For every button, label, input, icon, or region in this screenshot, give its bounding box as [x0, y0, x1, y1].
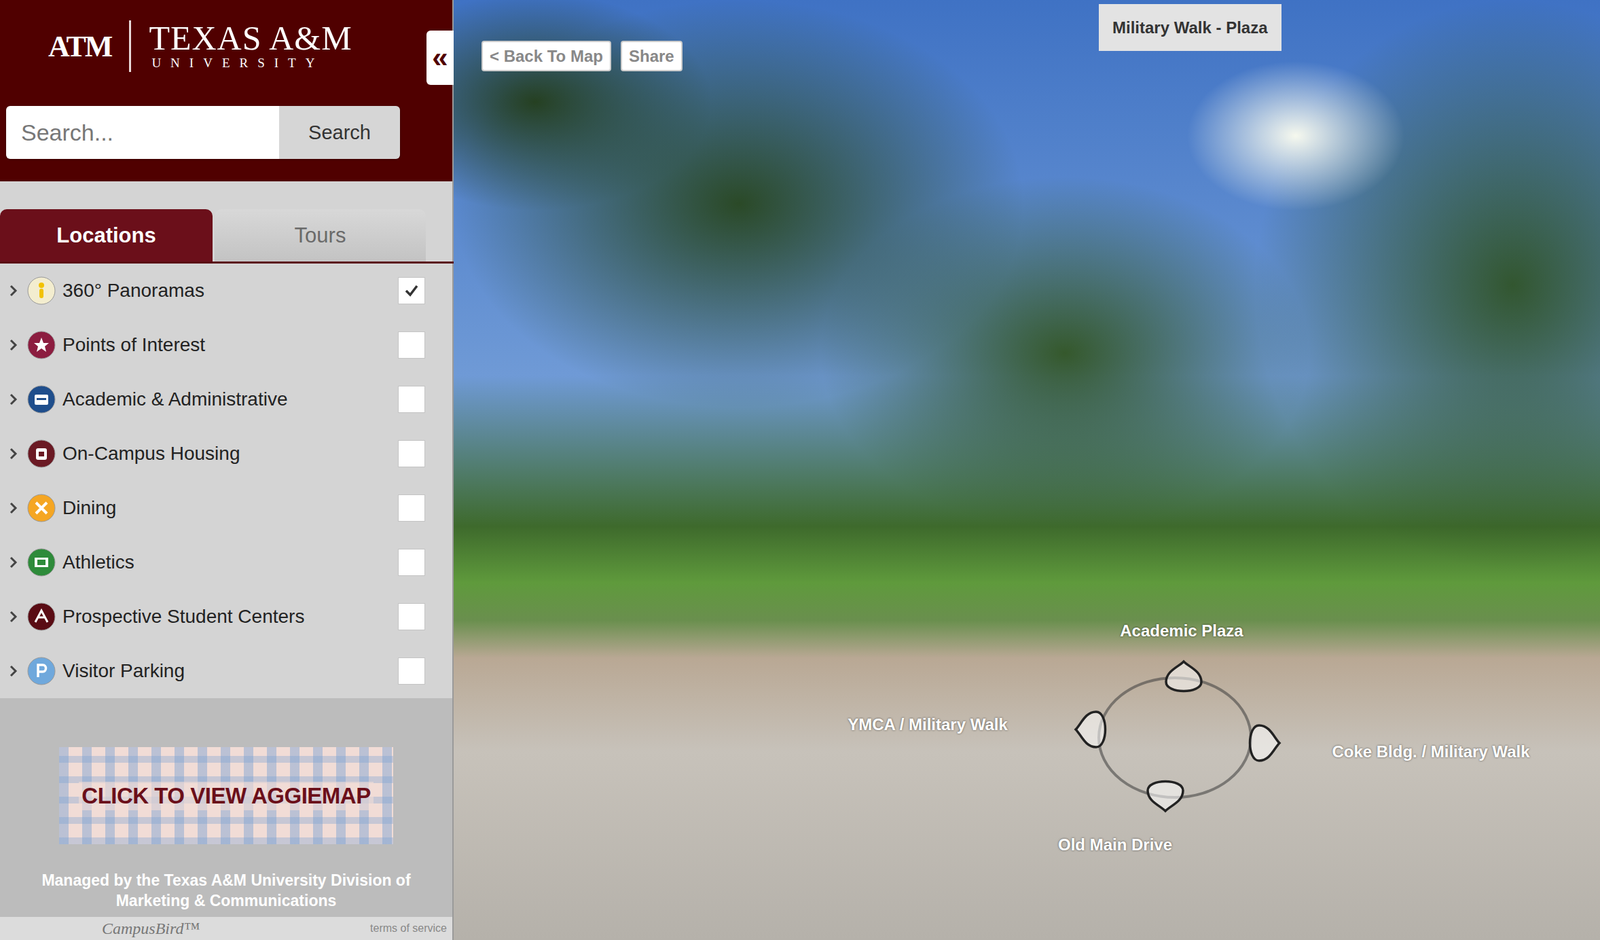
- category-checkbox[interactable]: [397, 657, 426, 685]
- category-row[interactable]: Academic & Administrative: [0, 372, 453, 427]
- hotspot-pin-icon[interactable]: [1075, 711, 1106, 748]
- logo-divider: [129, 20, 132, 72]
- logo-words: TEXAS A&MUNIVERSITY: [148, 21, 352, 72]
- category-row[interactable]: Dining: [0, 480, 453, 536]
- category-checkbox[interactable]: [397, 331, 426, 359]
- hotspot-pin-icon[interactable]: [1147, 781, 1184, 812]
- chevron-icon: [8, 283, 20, 298]
- category-label: Dining: [62, 497, 398, 519]
- logo-mark: ATM: [48, 29, 112, 64]
- hotspot-label[interactable]: Coke Bldg. / Military Walk: [1331, 742, 1530, 762]
- logo-subtitle: UNIVERSITY: [148, 55, 352, 72]
- category-row[interactable]: On-Campus Housing: [0, 426, 453, 481]
- sidebar: ATM TEXAS A&MUNIVERSITY « Search LocationsTo…: [0, 0, 454, 940]
- chevron-icon: [8, 392, 20, 407]
- hotspot-label[interactable]: Academic Plaza: [1119, 621, 1243, 641]
- sidebar-footer: CLICK TO VIEW AGGIEMAP Managed by the Tex…: [0, 698, 453, 940]
- category-label: Academic & Administrative: [62, 388, 398, 411]
- category-checkbox[interactable]: [397, 548, 426, 576]
- brand-strip: CampusBird™ terms of service: [0, 916, 453, 940]
- chevron-icon: [8, 555, 20, 570]
- navigation-ring: [453, 0, 1600, 940]
- category-icon: [27, 439, 56, 468]
- chevron-icon: [8, 338, 20, 352]
- back-to-map-button[interactable]: < Back To Map: [481, 40, 612, 72]
- category-checkbox[interactable]: [397, 494, 426, 522]
- chevron-icon: [8, 664, 20, 678]
- university-logo[interactable]: ATM TEXAS A&MUNIVERSITY: [6, 19, 453, 74]
- hotspot-pin-icon[interactable]: [1166, 661, 1202, 692]
- search-input[interactable]: [6, 105, 280, 159]
- tab-bar: LocationsTours: [0, 209, 454, 264]
- category-row[interactable]: Prospective Student Centers: [0, 589, 453, 644]
- logo-title: TEXAS A&M: [148, 21, 352, 56]
- share-button[interactable]: Share: [620, 40, 683, 72]
- header: ATM TEXAS A&MUNIVERSITY « Search: [0, 0, 453, 182]
- panorama-title: Military Walk - Plaza: [1098, 4, 1282, 51]
- category-list: 360° Panoramas Points of Interest Academic…: [0, 263, 453, 699]
- category-label: Prospective Student Centers: [62, 605, 398, 628]
- category-label: Points of Interest: [62, 334, 398, 356]
- hotspot-label[interactable]: YMCA / Military Walk: [847, 715, 1008, 735]
- category-checkbox[interactable]: [397, 385, 426, 413]
- category-checkbox[interactable]: [397, 440, 426, 468]
- category-icon: [27, 330, 56, 360]
- check-icon: [403, 282, 420, 299]
- category-row[interactable]: Athletics: [0, 535, 453, 590]
- category-icon: [27, 493, 56, 523]
- managed-by-text: Managed by the Texas A&M University Divi…: [0, 869, 453, 911]
- category-icon: [27, 276, 56, 305]
- chevron-icon: [8, 609, 20, 624]
- category-icon: [27, 656, 56, 686]
- tab[interactable]: Locations: [0, 209, 213, 262]
- category-label: On-Campus Housing: [62, 442, 398, 465]
- category-label: Athletics: [62, 551, 398, 574]
- category-label: 360° Panoramas: [62, 279, 398, 302]
- search-bar: Search: [6, 105, 400, 159]
- hotspot-pin-icon[interactable]: [1250, 725, 1281, 761]
- aggiemap-banner[interactable]: CLICK TO VIEW AGGIEMAP: [59, 747, 394, 845]
- category-icon: [27, 548, 56, 577]
- category-checkbox[interactable]: [397, 603, 426, 631]
- category-row[interactable]: Points of Interest: [0, 317, 453, 373]
- panorama-viewer[interactable]: < Back To MapShare Military Walk - Plaza A…: [453, 0, 1600, 940]
- banner-text: CLICK TO VIEW AGGIEMAP: [78, 781, 373, 811]
- category-icon: [27, 385, 56, 414]
- category-icon: [27, 602, 56, 631]
- category-row[interactable]: 360° Panoramas: [0, 263, 453, 318]
- chevron-icon: [8, 501, 20, 515]
- terms-link[interactable]: terms of service: [370, 922, 447, 935]
- category-row[interactable]: Visitor Parking: [0, 643, 453, 699]
- campusbird-brand[interactable]: CampusBird™: [101, 919, 200, 938]
- search-button[interactable]: Search: [279, 105, 400, 159]
- category-label: Visitor Parking: [62, 660, 398, 682]
- tab[interactable]: Tours: [214, 209, 426, 262]
- chevron-icon: [8, 446, 20, 461]
- collapse-button[interactable]: «: [426, 30, 454, 85]
- hotspot-label[interactable]: Old Main Drive: [1058, 835, 1173, 855]
- category-checkbox[interactable]: [397, 277, 426, 305]
